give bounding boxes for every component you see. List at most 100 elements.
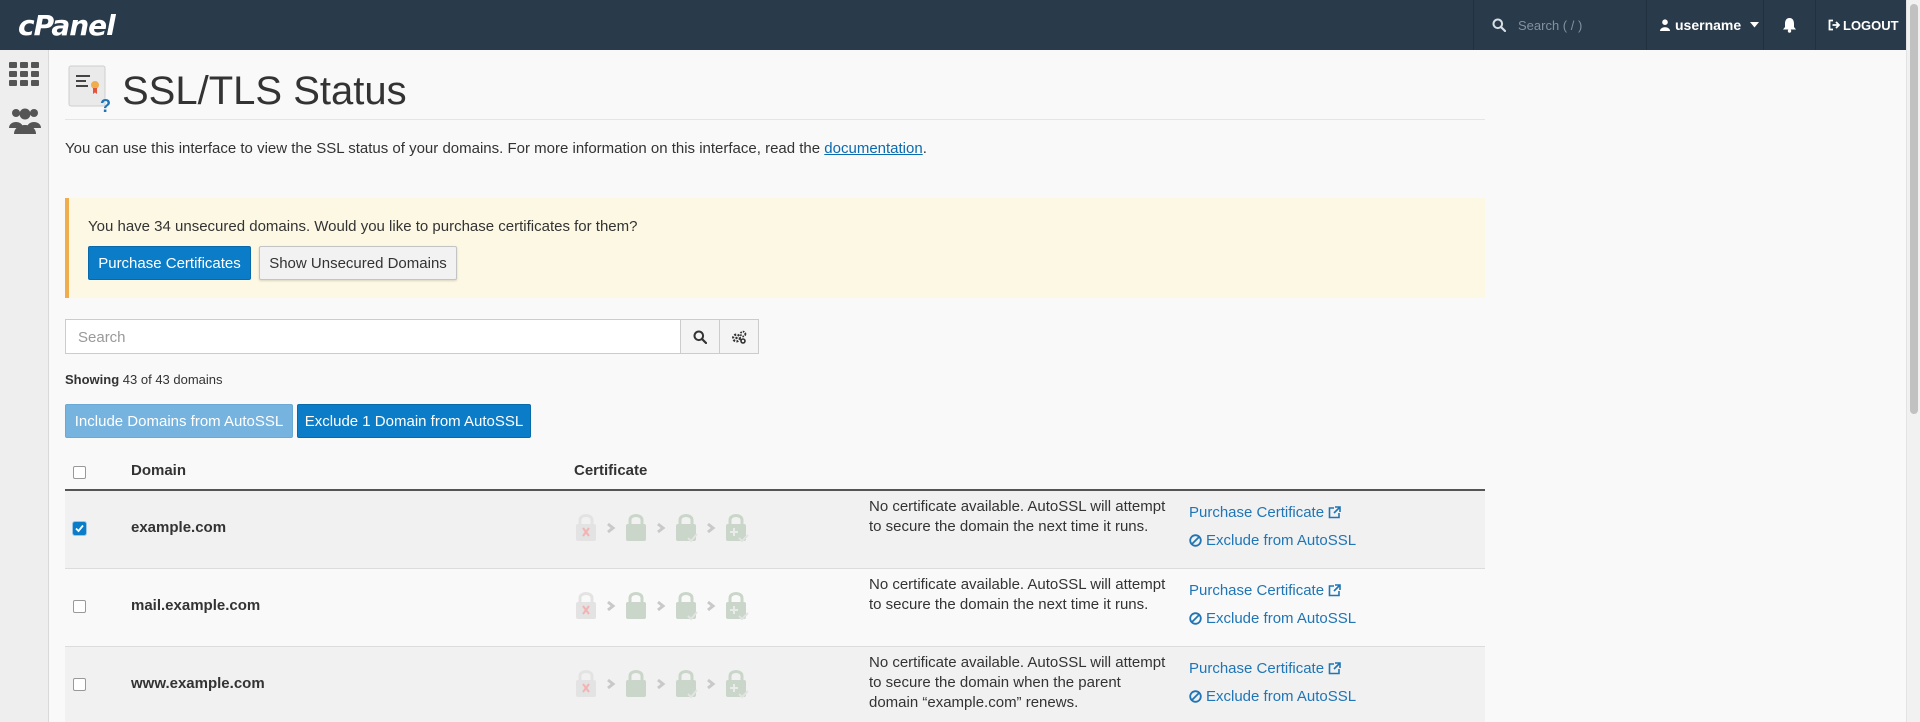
page-scrollbar[interactable]	[1906, 0, 1920, 722]
check-icon	[75, 524, 84, 533]
scrollbar-thumb[interactable]	[1910, 4, 1918, 414]
chevron-right-icon	[707, 678, 716, 690]
exclude-from-autossl-link[interactable]: Exclude from AutoSSL	[1189, 610, 1356, 627]
include-domains-autossl-button[interactable]: Include Domains from AutoSSL	[65, 404, 293, 438]
chevron-right-icon	[657, 678, 666, 690]
search-input[interactable]: Search	[65, 319, 681, 354]
purchase-certificate-label: Purchase Certificate	[1189, 660, 1325, 677]
external-link-icon	[1328, 506, 1341, 519]
page-title: SSL/TLS Status	[122, 69, 407, 113]
top-search-input[interactable]: Search ( / )	[1518, 18, 1582, 33]
select-all-checkbox[interactable]	[73, 466, 86, 479]
search-button[interactable]	[680, 319, 720, 354]
certificate-column-header: Certificate	[574, 462, 648, 479]
chevron-right-icon	[657, 522, 666, 534]
certificate-status-icons	[574, 511, 764, 550]
lock-check-icon	[676, 514, 698, 543]
certificate-note: No certificate available. AutoSSL will a…	[869, 576, 1166, 613]
domain-name: www.example.com	[131, 675, 265, 692]
show-unsecured-domains-button[interactable]: Show Unsecured Domains	[259, 246, 457, 280]
exclude-from-autossl-label: Exclude from AutoSSL	[1206, 532, 1357, 549]
chevron-right-icon	[657, 600, 666, 612]
purchase-certificate-label: Purchase Certificate	[1189, 582, 1325, 599]
external-link-icon	[1328, 662, 1341, 675]
lock-icon	[626, 592, 646, 619]
purchase-certificate-link[interactable]: Purchase Certificate	[1189, 660, 1341, 677]
intro-paragraph: You can use this interface to view the S…	[65, 140, 927, 157]
chevron-down-icon	[1750, 22, 1760, 28]
purchase-certificate-label: Purchase Certificate	[1189, 504, 1325, 521]
certificate-status-icons	[574, 667, 764, 706]
ban-icon	[1189, 690, 1202, 703]
exclude-from-autossl-label: Exclude from AutoSSL	[1206, 688, 1357, 705]
domain-column-header[interactable]: Domain	[131, 462, 186, 479]
table-row: example.com No certificate available. Au…	[65, 491, 1485, 569]
chevron-right-icon	[707, 600, 716, 612]
top-search[interactable]: Search ( / )	[1473, 0, 1646, 50]
chevron-right-icon	[607, 678, 616, 690]
ban-icon	[1189, 612, 1202, 625]
logout-icon	[1828, 19, 1840, 31]
row-checkbox[interactable]	[73, 600, 86, 613]
lock-check-icon	[676, 670, 698, 699]
username-label: username	[1675, 17, 1742, 33]
certificate-note: No certificate available. AutoSSL will a…	[869, 498, 1166, 535]
logout-label: LOGOUT	[1843, 17, 1899, 33]
unsecured-domains-alert: You have 34 unsecured domains. Would you…	[65, 198, 1485, 298]
chevron-right-icon	[607, 522, 616, 534]
row-checkbox[interactable]	[73, 678, 86, 691]
lock-plus-icon	[726, 514, 749, 543]
showing-label: Showing	[65, 372, 120, 387]
lock-icon	[626, 670, 646, 697]
showing-text: 43 of 43 domains	[122, 372, 223, 387]
lock-plus-icon	[726, 592, 749, 621]
exclude-from-autossl-link[interactable]: Exclude from AutoSSL	[1189, 532, 1356, 549]
svg-text:?: ?	[100, 96, 111, 113]
gears-icon	[731, 330, 747, 344]
intro-end: .	[922, 140, 927, 157]
lock-check-icon	[676, 592, 698, 621]
exclude-from-autossl-link[interactable]: Exclude from AutoSSL	[1189, 688, 1356, 705]
external-link-icon	[1328, 584, 1341, 597]
grid-icon[interactable]	[9, 62, 39, 86]
purchase-certificate-link[interactable]: Purchase Certificate	[1189, 582, 1341, 599]
notifications-button[interactable]	[1763, 0, 1815, 50]
top-navbar: cPanel Search ( / ) username LOGOUT	[0, 0, 1906, 50]
alert-message: You have 34 unsecured domains. Would you…	[88, 218, 638, 235]
row-checkbox[interactable]	[73, 522, 86, 535]
search-icon	[693, 330, 707, 344]
user-icon	[1660, 19, 1670, 31]
logout-button[interactable]: LOGOUT	[1815, 0, 1906, 50]
search-icon	[1492, 18, 1506, 32]
page-header: ? SSL/TLS Status	[65, 63, 1485, 120]
left-sidebar	[0, 50, 49, 722]
domain-name: mail.example.com	[131, 597, 261, 614]
certificate-status-icons	[574, 589, 764, 628]
chevron-right-icon	[607, 600, 616, 612]
intro-text: You can use this interface to view the S…	[65, 140, 825, 157]
documentation-link[interactable]: documentation	[824, 140, 922, 157]
lock-invalid-icon	[576, 670, 596, 697]
bell-icon	[1783, 18, 1796, 33]
exclude-from-autossl-label: Exclude from AutoSSL	[1206, 610, 1357, 627]
advanced-search-button[interactable]	[719, 319, 759, 354]
purchase-certificates-button[interactable]: Purchase Certificates	[88, 246, 251, 280]
lock-invalid-icon	[576, 592, 596, 619]
table-row: www.example.com No certificate available…	[65, 647, 1485, 722]
showing-count: Showing 43 of 43 domains	[65, 372, 223, 387]
certificate-note: No certificate available. AutoSSL will a…	[869, 654, 1166, 711]
lock-plus-icon	[726, 670, 749, 699]
table-header: Domain Certificate	[65, 455, 1485, 491]
users-icon[interactable]	[9, 106, 41, 134]
domain-name: example.com	[131, 519, 227, 536]
lock-invalid-icon	[576, 514, 596, 541]
search-placeholder: Search	[78, 329, 126, 346]
exclude-domain-autossl-button[interactable]: Exclude 1 Domain from AutoSSL	[297, 404, 531, 438]
ban-icon	[1189, 534, 1202, 547]
lock-icon	[626, 514, 646, 541]
cpanel-logo[interactable]: cPanel	[18, 9, 116, 42]
chevron-right-icon	[707, 522, 716, 534]
purchase-certificate-link[interactable]: Purchase Certificate	[1189, 504, 1341, 521]
user-menu[interactable]: username	[1646, 0, 1763, 50]
ssl-certificate-icon: ?	[68, 65, 111, 113]
